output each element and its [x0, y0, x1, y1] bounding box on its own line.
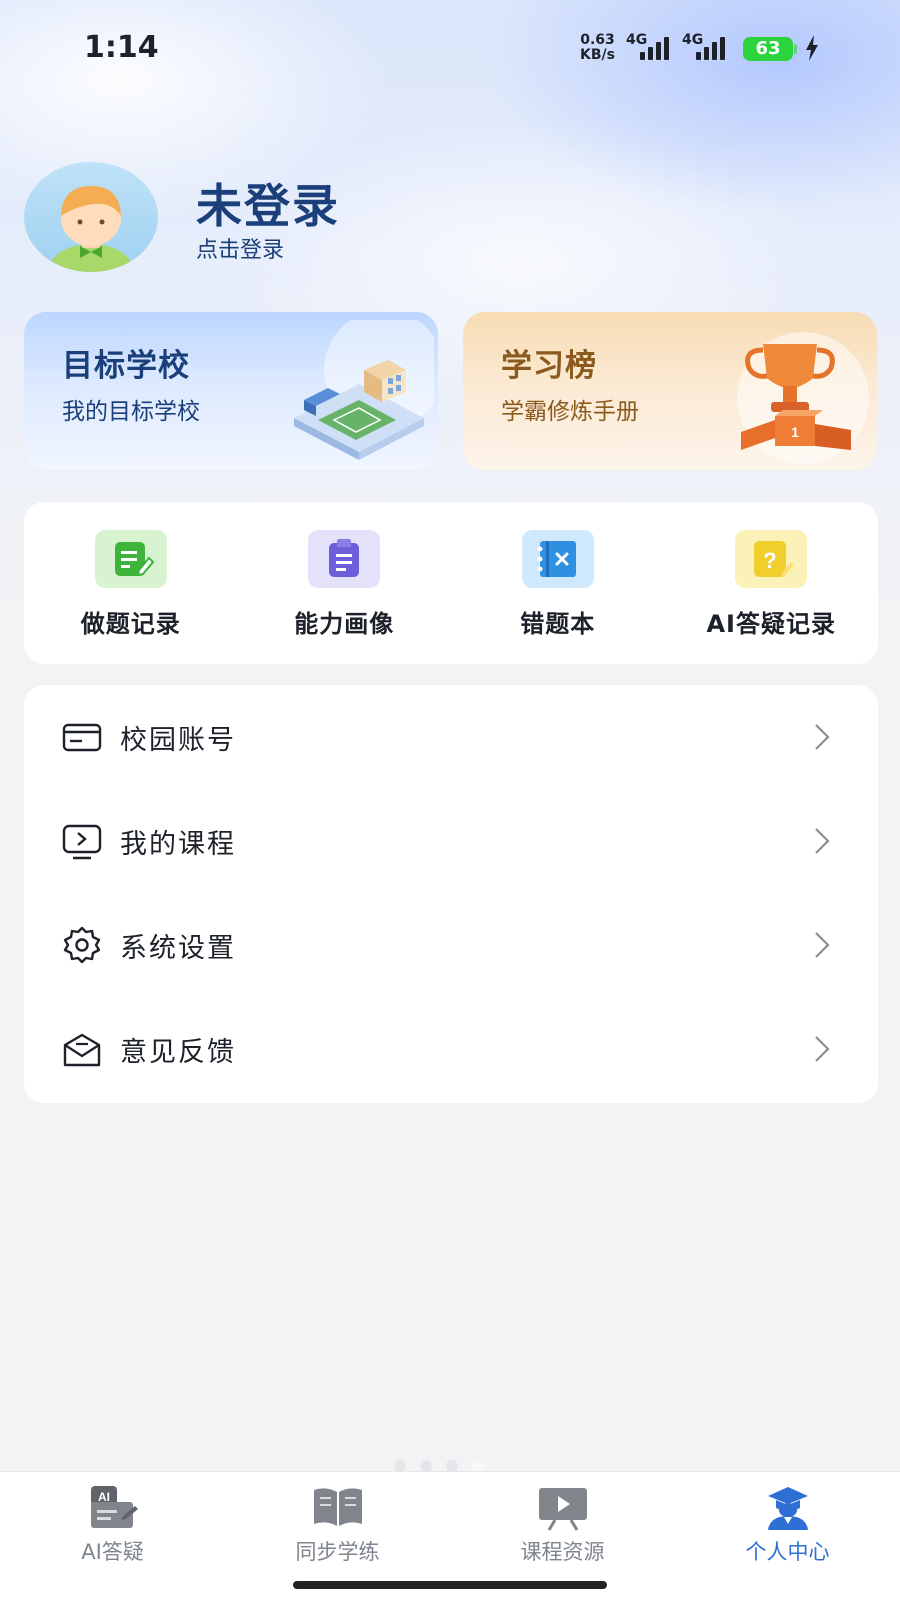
open-book-icon	[313, 1488, 362, 1526]
leaderboard-title: 学习榜	[501, 348, 597, 384]
menu-label: 我的课程	[120, 829, 236, 860]
trophy-podium-icon: 1	[737, 332, 869, 464]
leaderboard-subtitle: 学霸修炼手册	[501, 399, 639, 425]
network-speed-value: 0.63	[580, 32, 615, 48]
charging-icon	[806, 35, 818, 61]
menu-item-system-settings[interactable]: 系统设置	[24, 893, 878, 997]
target-school-card[interactable]: 目标学校 我的目标学校	[24, 312, 438, 470]
menu-item-my-courses[interactable]: 我的课程	[24, 789, 878, 893]
chevron-right-icon	[815, 932, 830, 958]
status-bar: 1:14 0.63 KB/s 4G 4G 63	[0, 0, 900, 100]
network-speed: 0.63 KB/s	[580, 33, 615, 63]
battery-level: 63	[755, 38, 781, 59]
tool-ability-portrait[interactable]: 能力画像	[238, 502, 452, 664]
tool-label: 错题本	[520, 610, 596, 638]
network-speed-unit: KB/s	[580, 47, 615, 63]
tool-error-notebook[interactable]: 错题本	[451, 502, 665, 664]
target-school-subtitle: 我的目标学校	[62, 399, 200, 425]
nav-label: 课程资源	[520, 1540, 605, 1564]
signal-1-icon: 4G	[626, 30, 676, 60]
svg-text:1: 1	[791, 424, 799, 440]
nav-label: AI答疑	[81, 1540, 144, 1564]
menu-label: 系统设置	[120, 933, 236, 964]
nav-label: 个人中心	[745, 1540, 830, 1564]
tool-label: 能力画像	[294, 610, 395, 638]
card-icon	[62, 723, 102, 752]
mail-feedback-icon	[63, 1033, 101, 1067]
settings-menu: 校园账号 我的课程 系统设置 意见反馈	[24, 685, 878, 1103]
avatar[interactable]	[24, 162, 158, 272]
home-indicator[interactable]	[293, 1581, 607, 1589]
tool-label: 做题记录	[80, 610, 181, 638]
svg-text:AI: AI	[98, 1490, 110, 1504]
menu-label: 意见反馈	[120, 1037, 236, 1068]
tool-ai-qa-record[interactable]: ? AI答疑记录	[665, 502, 879, 664]
school-building-icon	[294, 320, 434, 460]
gear-icon	[63, 926, 101, 964]
login-link[interactable]: 点击登录	[196, 232, 284, 264]
nav-ai-qa[interactable]: AI AI答疑	[0, 1472, 225, 1601]
video-play-icon	[62, 824, 102, 860]
edit-note-icon	[94, 530, 167, 588]
question-note-icon: ?	[735, 530, 808, 588]
tool-practice-record[interactable]: 做题记录	[24, 502, 238, 664]
chevron-right-icon	[815, 828, 830, 854]
error-notebook-icon	[521, 530, 594, 588]
chevron-right-icon	[815, 1036, 830, 1062]
nav-label: 同步学练	[295, 1540, 380, 1564]
menu-item-feedback[interactable]: 意见反馈	[24, 997, 878, 1101]
battery-icon: 63	[743, 37, 797, 61]
student-cap-icon	[767, 1487, 808, 1530]
profile-name[interactable]: 未登录	[196, 170, 340, 236]
video-board-icon	[538, 1488, 587, 1531]
menu-item-campus-account[interactable]: 校园账号	[24, 685, 878, 789]
signal-2-icon: 4G	[682, 30, 732, 60]
svg-text:?: ?	[764, 548, 777, 573]
target-school-title: 目标学校	[62, 348, 190, 384]
tool-label: AI答疑记录	[706, 610, 836, 638]
menu-label: 校园账号	[120, 725, 236, 756]
status-time: 1:14	[84, 30, 159, 65]
avatar-boy-icon	[49, 186, 133, 272]
clipboard-icon	[308, 530, 381, 588]
nav-personal-center[interactable]: 个人中心	[675, 1472, 900, 1601]
ai-doc-icon: AI	[90, 1486, 138, 1528]
quick-tools-panel: 做题记录 能力画像 错题本 ? AI答疑记录	[24, 502, 878, 664]
chevron-right-icon	[815, 724, 830, 750]
leaderboard-card[interactable]: 学习榜 学霸修炼手册 1	[463, 312, 877, 470]
